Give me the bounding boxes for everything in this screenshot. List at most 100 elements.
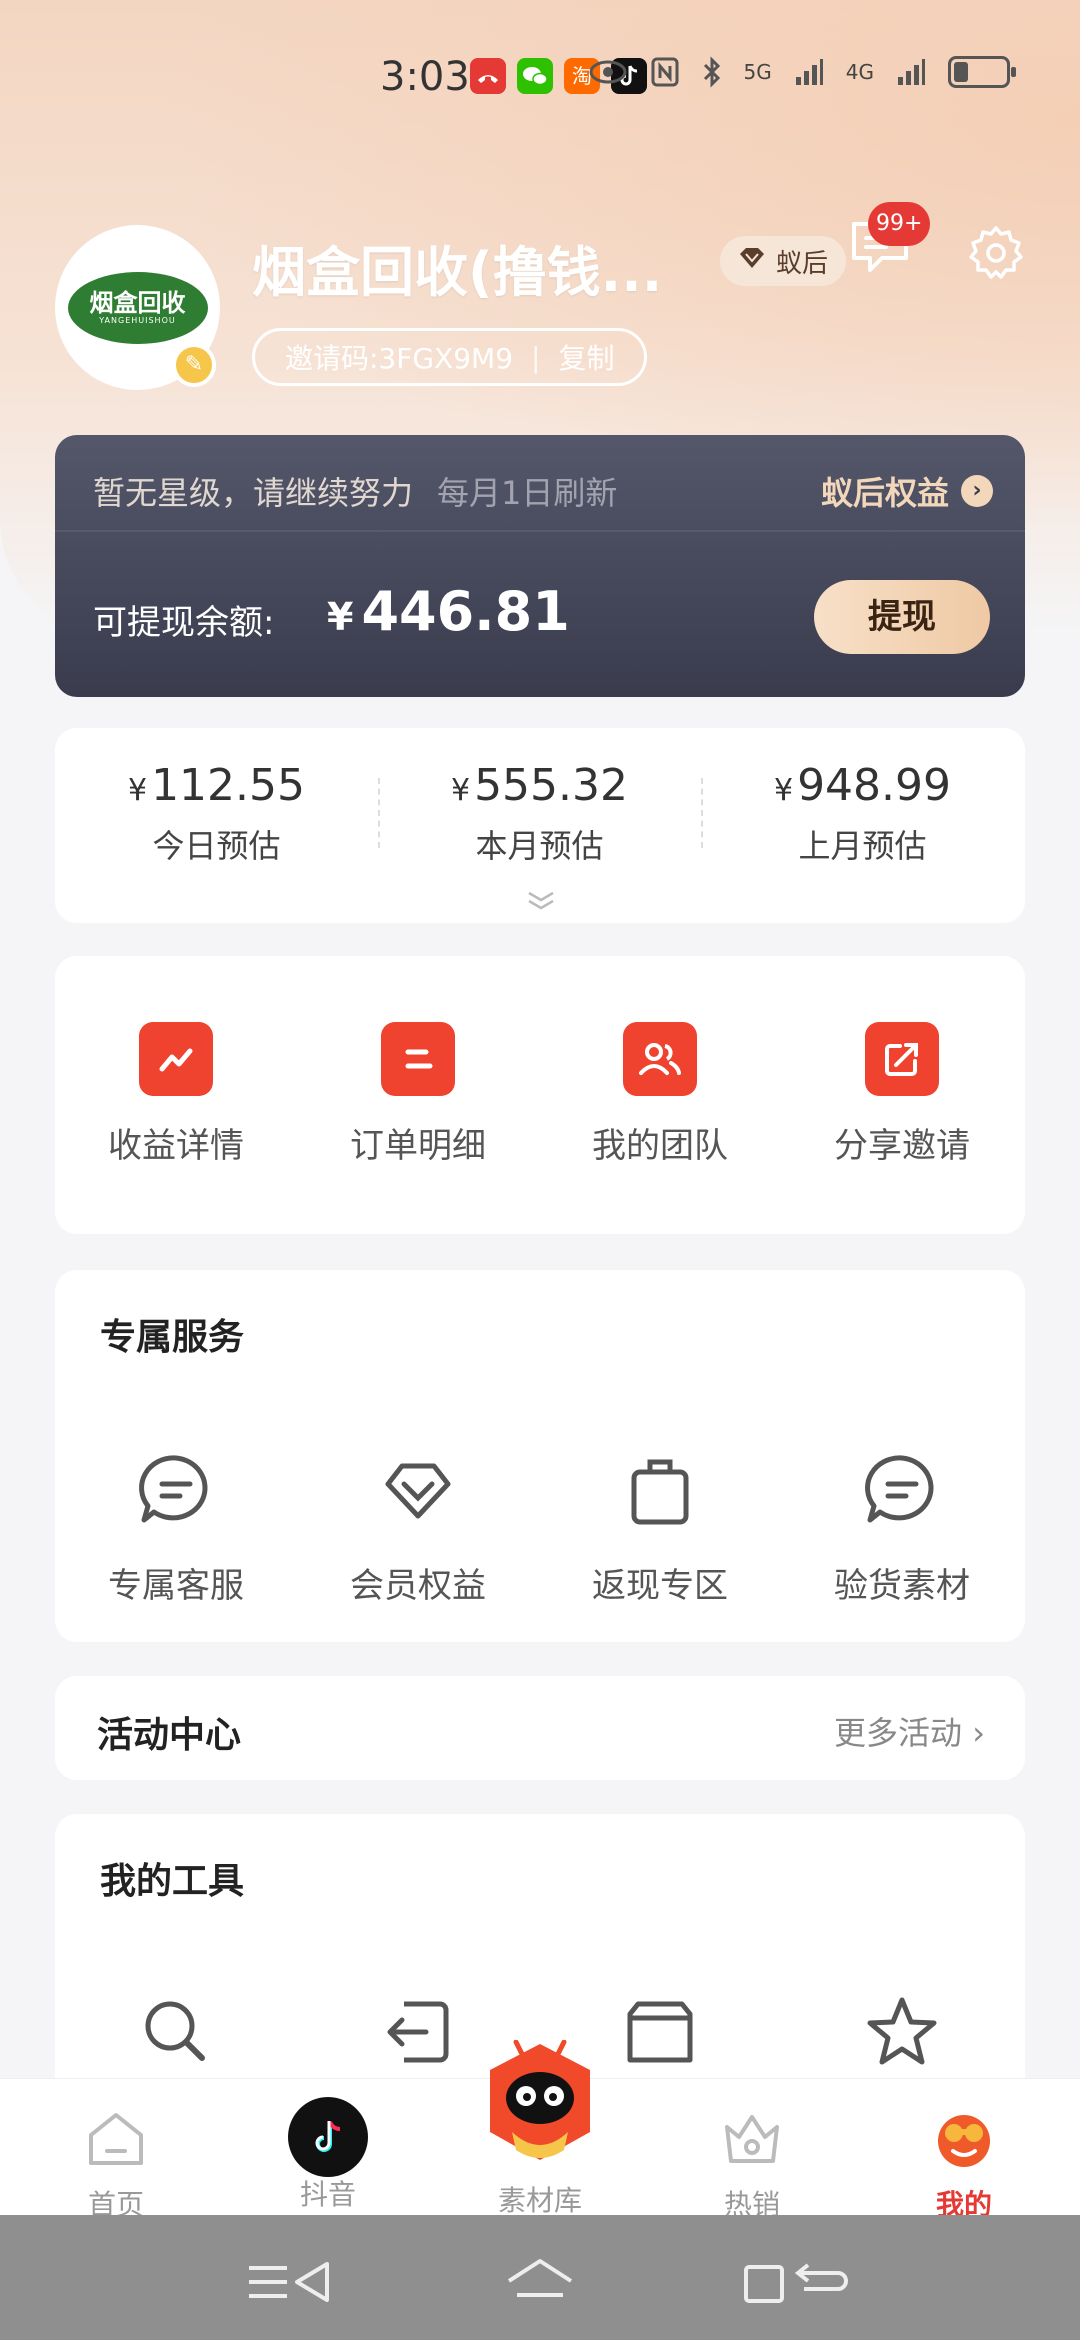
- diamond-icon: [738, 246, 766, 276]
- nav-home[interactable]: 首页: [8, 2103, 224, 2223]
- menu-back-icon[interactable]: [245, 2260, 335, 2304]
- estimate-today[interactable]: ¥112.55 今日预估: [55, 760, 378, 867]
- service-customer-support[interactable]: 专属客服: [55, 1450, 297, 1607]
- team-icon: [623, 1022, 697, 1096]
- share-icon: [865, 1022, 939, 1096]
- service-label: 验货素材: [834, 1566, 970, 1606]
- return-icon: [387, 2001, 449, 2063]
- settings-gear-icon[interactable]: [965, 222, 1027, 284]
- system-navigation-bar: [0, 2215, 1080, 2340]
- home-button-icon[interactable]: [505, 2255, 575, 2307]
- section-title: 我的工具: [100, 1861, 245, 1902]
- estimate-label: 今日预估: [152, 827, 281, 865]
- chevron-right-icon: ›: [972, 1714, 985, 1752]
- profile-name[interactable]: 烟盒回收(撸钱...: [252, 228, 662, 307]
- activity-center-bar[interactable]: 活动中心 更多活动 ›: [55, 1676, 1025, 1780]
- divider: [55, 530, 1025, 532]
- estimate-amount: 948.99: [797, 760, 952, 811]
- currency-symbol: ¥: [327, 595, 354, 639]
- nav-mine[interactable]: 我的: [856, 2103, 1072, 2223]
- estimates-card: ¥112.55 今日预估 ¥555.32 本月预估 ¥948.99 上月预估: [55, 728, 1025, 923]
- estimate-amount: 112.55: [151, 760, 306, 811]
- star-level-note: 暂无星级，请继续努力: [93, 474, 414, 512]
- edit-pencil-icon[interactable]: ✎: [172, 343, 216, 387]
- message-count-badge: 99+: [868, 202, 931, 246]
- nav-label: 抖音: [299, 2178, 356, 2211]
- status-icons: 5G 4G: [588, 56, 1016, 88]
- eye-icon: [589, 60, 627, 84]
- service-member-rights[interactable]: 会员权益: [297, 1450, 539, 1607]
- nav-douyin[interactable]: 抖音: [220, 2097, 436, 2213]
- section-title: 专属服务: [100, 1317, 245, 1358]
- wechat-icon: [517, 58, 553, 94]
- quick-action-earnings[interactable]: 收益详情: [55, 1022, 297, 1167]
- service-inspection-materials[interactable]: 验货素材: [781, 1450, 1023, 1607]
- withdraw-button[interactable]: 提现: [814, 580, 990, 654]
- service-label: 会员权益: [350, 1566, 486, 1606]
- tool-search[interactable]: [55, 1994, 297, 2074]
- mascot-icon[interactable]: [480, 2040, 600, 2168]
- estimate-month[interactable]: ¥555.32 本月预估: [378, 760, 701, 867]
- balance-value: 446.81: [361, 580, 570, 643]
- chevron-right-icon: ›: [961, 475, 993, 507]
- service-label: 返现专区: [592, 1566, 728, 1606]
- quick-actions-card: 收益详情 订单明细 我的团队 分享邀请: [55, 956, 1025, 1234]
- refresh-note: 每月1日刷新: [437, 474, 618, 512]
- currency-symbol: ¥: [450, 773, 471, 808]
- list-icon: [381, 1022, 455, 1096]
- shopping-bag-icon: [631, 1459, 689, 1525]
- copy-button[interactable]: 复制: [558, 337, 614, 377]
- battery-icon: [948, 56, 1016, 88]
- recent-apps-back-icon[interactable]: [742, 2259, 852, 2305]
- quick-action-share[interactable]: 分享邀请: [781, 1022, 1023, 1167]
- network-label-2: 4G: [845, 60, 874, 84]
- signal-icon: [795, 59, 823, 85]
- logo-text: 烟盒回收: [89, 289, 186, 317]
- level-badge[interactable]: 蚁后: [720, 236, 847, 286]
- currency-symbol: ¥: [773, 773, 794, 808]
- service-label: 专属客服: [108, 1566, 244, 1606]
- nav-hot-sales[interactable]: 热销: [644, 2103, 860, 2223]
- logo-subtext: YANGEHUISHOU: [99, 316, 176, 325]
- tool-favorites[interactable]: [781, 1994, 1023, 2074]
- balance-label: 可提现余额:: [93, 603, 275, 643]
- more-activities-label: 更多活动: [834, 1714, 963, 1752]
- estimate-label: 本月预估: [475, 827, 604, 865]
- exclusive-services-card: 专属服务 专属客服 会员权益 返现专区 验货素材: [55, 1270, 1025, 1642]
- nav-label: 素材库: [497, 2184, 582, 2217]
- currency-symbol: ¥: [127, 773, 148, 808]
- status-bar: 3:03 淘 5G 4G: [0, 40, 1080, 120]
- search-icon: [145, 2001, 205, 2061]
- quick-action-team[interactable]: 我的团队: [539, 1022, 781, 1167]
- estimate-amount: 555.32: [474, 760, 629, 811]
- diamond-icon: [385, 1463, 451, 1519]
- box-icon: [627, 2001, 693, 2063]
- section-title: 活动中心: [97, 1715, 242, 1756]
- quick-action-orders[interactable]: 订单明细: [297, 1022, 539, 1167]
- invite-separator: |: [531, 340, 541, 374]
- star-icon: [867, 1997, 937, 2065]
- quick-action-label: 收益详情: [108, 1126, 244, 1166]
- estimate-last-month[interactable]: ¥948.99 上月预估: [701, 760, 1024, 867]
- chat-bubble-icon: [139, 1455, 208, 1523]
- missed-call-icon: [470, 58, 506, 94]
- invite-code: 邀请码:3FGX9M9: [285, 342, 514, 375]
- trend-icon: [139, 1022, 213, 1096]
- status-time: 3:03: [380, 54, 470, 100]
- estimate-value: ¥555.32: [378, 760, 701, 811]
- estimate-value: ¥948.99: [701, 760, 1024, 811]
- queen-rights-link[interactable]: 蚁后权益 ›: [821, 468, 993, 514]
- star-level-row: 暂无星级，请继续努力 每月1日刷新 蚁后权益 ›: [93, 461, 993, 521]
- crown-icon: [725, 2115, 779, 2163]
- service-cashback[interactable]: 返现专区: [539, 1450, 781, 1607]
- balance-amount: ¥446.81: [327, 580, 570, 643]
- chat-bubble-icon: [865, 1455, 934, 1523]
- tiktok-icon: [288, 2097, 368, 2177]
- mascot-face-icon: [938, 2115, 990, 2167]
- quick-action-label: 订单明细: [350, 1126, 486, 1166]
- home-icon: [89, 2113, 143, 2165]
- double-chevron-down-icon[interactable]: [525, 890, 557, 912]
- invite-code-pill: 邀请码:3FGX9M9 | 复制: [252, 328, 648, 386]
- estimate-value: ¥112.55: [55, 760, 378, 811]
- more-activities-link[interactable]: 更多活动 ›: [834, 1708, 985, 1754]
